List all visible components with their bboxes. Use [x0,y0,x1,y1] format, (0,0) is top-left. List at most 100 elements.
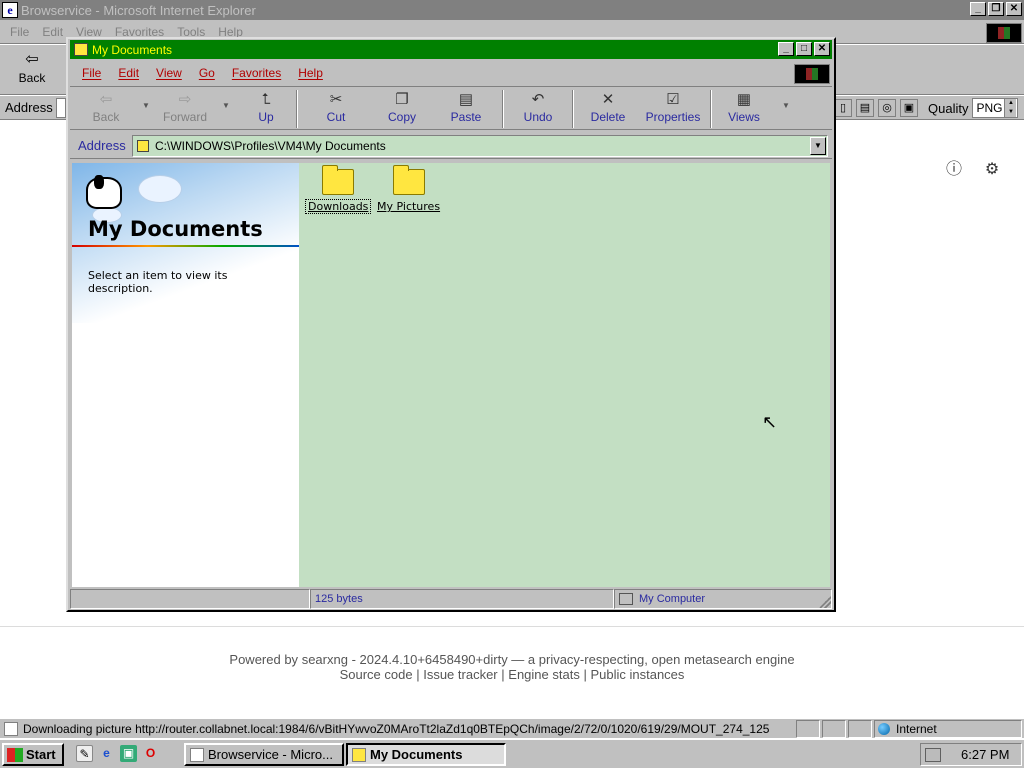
close-button[interactable]: ✕ [814,42,830,56]
minimize-button[interactable]: _ [970,2,986,16]
rainbow-divider [72,245,299,247]
explorer-title-bar[interactable]: My Documents _ □ ✕ [70,40,832,59]
network-tray-icon[interactable] [925,747,941,762]
menu-help[interactable]: Help [298,66,323,80]
status-pane [822,720,846,738]
address-value: C:\WINDOWS\Profiles\VM4\My Documents [155,139,386,153]
clock[interactable]: 6:27 PM [961,747,1009,762]
mouse-cursor-icon: ↖ [762,412,778,432]
restore-button[interactable]: ❐ [988,2,1004,16]
forward-arrow-icon: ⇨ [178,91,192,108]
browser-menu-file[interactable]: File [10,25,29,39]
quick-launch: ✎ e ▣ O [76,745,159,762]
folder-item-downloads[interactable]: Downloads [305,165,372,214]
back-button[interactable]: ⇦ Back [84,90,128,128]
toolbar-separator [296,90,298,128]
address-input[interactable]: C:\WINDOWS\Profiles\VM4\My Documents ▼ [132,135,828,157]
views-dropdown-icon[interactable]: ▼ [782,101,790,110]
menu-file[interactable]: File [82,66,101,80]
security-zone-label: Internet [896,722,937,736]
find-binoculars-icon[interactable]: ◎ [878,99,896,117]
resize-grip[interactable] [819,596,831,608]
footer-searxng-link[interactable]: searxng [302,652,348,667]
folder-icon [392,165,425,195]
undo-button[interactable]: ↶ Undo [516,90,560,128]
explorer-window-controls: _ □ ✕ [778,42,830,56]
clipboard-icon[interactable]: ▣ [900,99,918,117]
back-arrow-icon: ⇦ [99,91,113,108]
cloud-graphic [138,175,182,203]
browservice-tools: ▯ ▤ ◎ ▣ Quality PNG [834,98,1019,118]
settings-gear-icon[interactable]: ⚙ [982,160,1002,180]
status-pane [848,720,872,738]
browser-menu-edit[interactable]: Edit [42,25,63,39]
undo-label: Undo [523,110,553,124]
cut-label: Cut [326,110,346,124]
up-button[interactable]: ⮤ Up [246,90,286,128]
status-location-text: My Computer [639,593,706,605]
footer-issue-tracker-link[interactable]: Issue tracker [423,667,497,682]
views-label: Views [728,110,760,124]
internet-globe-icon [878,723,890,735]
properties-button[interactable]: ☑ Properties [640,90,706,128]
footer-public-instances-link[interactable]: Public instances [590,667,684,682]
footer-divider [0,626,1024,627]
forward-button[interactable]: ⇨ Forward [158,90,212,128]
address-label: Address [78,138,126,153]
show-desktop-icon[interactable]: ▣ [120,745,137,762]
footer-engine-stats-link[interactable]: Engine stats [508,667,580,682]
task-button-my-documents[interactable]: My Documents [346,743,506,766]
properties-label: Properties [645,110,701,124]
copy-button[interactable]: ❐ Copy [380,90,424,128]
info-icon[interactable]: ⓘ [944,160,964,180]
status-pane [70,589,310,609]
start-button[interactable]: Start [2,743,64,766]
menu-favorites[interactable]: Favorites [232,66,281,80]
views-button[interactable]: ▦ Views [722,90,766,128]
delete-button[interactable]: ✕ Delete [584,90,632,128]
quality-select[interactable]: PNG [972,98,1019,118]
menu-edit[interactable]: Edit [118,66,139,80]
taskbar: Start ✎ e ▣ O Browservice - Micro... My … [0,739,1024,768]
page-footer: Powered by searxng - 2024.4.10+6458490+d… [0,652,1024,682]
forward-dropdown-icon[interactable]: ▼ [222,101,230,110]
quality-label: Quality [928,100,969,116]
minimize-button[interactable]: _ [778,42,794,56]
browser-address-label: Address [5,100,53,115]
status-location: My Computer [614,589,832,609]
page-header-icons: ⓘ ⚙ [944,160,1002,180]
page-status-icon [4,721,18,736]
bookmarks-list-icon[interactable]: ▤ [856,99,874,117]
browser-address-input[interactable] [56,98,66,118]
paste-clipboard-icon: ▤ [458,91,474,108]
opera-icon[interactable]: O [142,745,159,762]
footer-source-code-link[interactable]: Source code [340,667,413,682]
windows-logo-throbber [794,64,830,84]
explorer-toolbar: ⇦ Back ▼ ⇨ Forward ▼ ⮤ Up ✂ Cut ❐ Copy ▤… [70,86,832,130]
menu-view[interactable]: View [156,66,182,80]
back-dropdown-icon[interactable]: ▼ [142,101,150,110]
footer-line-1: Powered by searxng - 2024.4.10+6458490+d… [0,652,1024,667]
address-dropdown-icon[interactable]: ▼ [810,137,826,155]
toolbar-separator [710,90,712,128]
menu-go[interactable]: Go [199,66,215,80]
task-button-browservice[interactable]: Browservice - Micro... [184,743,344,766]
browser-back-button[interactable]: ⇦ Back [6,49,58,91]
maximize-button[interactable]: □ [796,42,812,56]
up-folder-icon: ⮤ [261,91,271,108]
folder-item-my-pictures[interactable]: My Pictures [375,165,442,213]
close-button[interactable]: ✕ [1006,2,1022,16]
internet-explorer-icon[interactable]: e [98,745,115,762]
windows-logo-throbber [986,23,1022,43]
ie-app-icon[interactable]: e [2,2,18,18]
bookmark-icon[interactable]: ▯ [834,99,852,117]
cut-button[interactable]: ✂ Cut [316,90,356,128]
explorer-menu-bar: File Edit View Go Favorites Help [70,62,832,84]
forward-label: Forward [162,110,207,124]
status-panes [796,720,872,738]
paste-button[interactable]: ▤ Paste [444,90,488,128]
footer-separator: | [416,667,420,682]
panel-title: My Documents [88,217,263,241]
notepad-icon[interactable]: ✎ [76,745,93,762]
folder-view[interactable]: Downloads My Pictures ↖ [299,163,830,587]
